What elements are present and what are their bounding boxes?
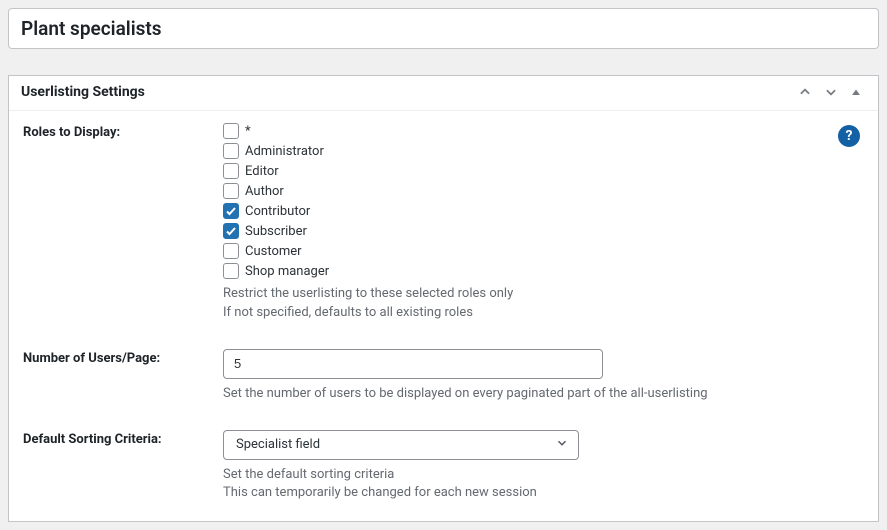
- move-up-icon[interactable]: [798, 85, 814, 99]
- userlisting-settings-panel: Userlisting Settings ? Roles to Display:…: [8, 75, 879, 522]
- field-sort: Default Sorting Criteria: Specialist fie…: [23, 430, 864, 504]
- role-option-label: Subscriber: [245, 224, 307, 239]
- checkbox-all[interactable]: [223, 123, 239, 139]
- move-down-icon[interactable]: [824, 85, 840, 99]
- role-option-label: Author: [245, 184, 284, 199]
- perpage-control: Set the number of users to be displayed …: [223, 349, 864, 404]
- role-option-contributor: Contributor: [223, 203, 864, 219]
- roles-hint-line2: If not specified, defaults to all existi…: [223, 304, 864, 323]
- panel-header-controls: [798, 85, 866, 99]
- roles-label: Roles to Display:: [23, 123, 223, 140]
- role-option-label: *: [245, 124, 251, 139]
- panel-header: Userlisting Settings: [9, 76, 878, 111]
- checkbox-author[interactable]: [223, 183, 239, 199]
- checkbox-administrator[interactable]: [223, 143, 239, 159]
- perpage-input[interactable]: [223, 349, 603, 379]
- perpage-label: Number of Users/Page:: [23, 349, 223, 366]
- role-option-label: Administrator: [245, 144, 324, 159]
- sort-select[interactable]: Specialist field: [223, 430, 579, 460]
- role-option-author: Author: [223, 183, 864, 199]
- panel-heading: Userlisting Settings: [21, 84, 145, 100]
- role-option-label: Editor: [245, 164, 279, 179]
- role-option-label: Contributor: [245, 204, 310, 219]
- checkbox-customer[interactable]: [223, 243, 239, 259]
- collapse-toggle-icon[interactable]: [850, 86, 866, 98]
- role-option-label: Customer: [245, 244, 302, 259]
- role-option-administrator: Administrator: [223, 143, 864, 159]
- checkbox-shop-manager[interactable]: [223, 263, 239, 279]
- title-panel: Plant specialists: [8, 8, 879, 49]
- checkbox-editor[interactable]: [223, 163, 239, 179]
- sort-select-value: Specialist field: [236, 437, 320, 452]
- perpage-hint: Set the number of users to be displayed …: [223, 385, 864, 404]
- panel-body: ? Roles to Display: * Administrator Edit…: [9, 111, 878, 521]
- sort-control: Specialist field Set the default sorting…: [223, 430, 864, 504]
- field-roles: Roles to Display: * Administrator Editor…: [23, 123, 864, 323]
- role-option-editor: Editor: [223, 163, 864, 179]
- role-option-shop-manager: Shop manager: [223, 263, 864, 279]
- roles-hint-line1: Restrict the userlisting to these select…: [223, 285, 864, 304]
- roles-control: * Administrator Editor Author Contributo…: [223, 123, 864, 323]
- field-perpage: Number of Users/Page: Set the number of …: [23, 349, 864, 404]
- sort-hint-line2: This can temporarily be changed for each…: [223, 484, 864, 503]
- sort-select-wrap: Specialist field: [223, 430, 579, 460]
- help-icon[interactable]: ?: [838, 125, 860, 147]
- sort-label: Default Sorting Criteria:: [23, 430, 223, 447]
- sort-hint-line1: Set the default sorting criteria: [223, 466, 864, 485]
- role-option-customer: Customer: [223, 243, 864, 259]
- checkbox-subscriber[interactable]: [223, 223, 239, 239]
- role-option-subscriber: Subscriber: [223, 223, 864, 239]
- page-title: Plant specialists: [21, 17, 866, 40]
- checkbox-contributor[interactable]: [223, 203, 239, 219]
- sort-hint: Set the default sorting criteria This ca…: [223, 466, 864, 504]
- roles-hint: Restrict the userlisting to these select…: [223, 285, 864, 323]
- role-option-label: Shop manager: [245, 264, 329, 279]
- role-option-all: *: [223, 123, 864, 139]
